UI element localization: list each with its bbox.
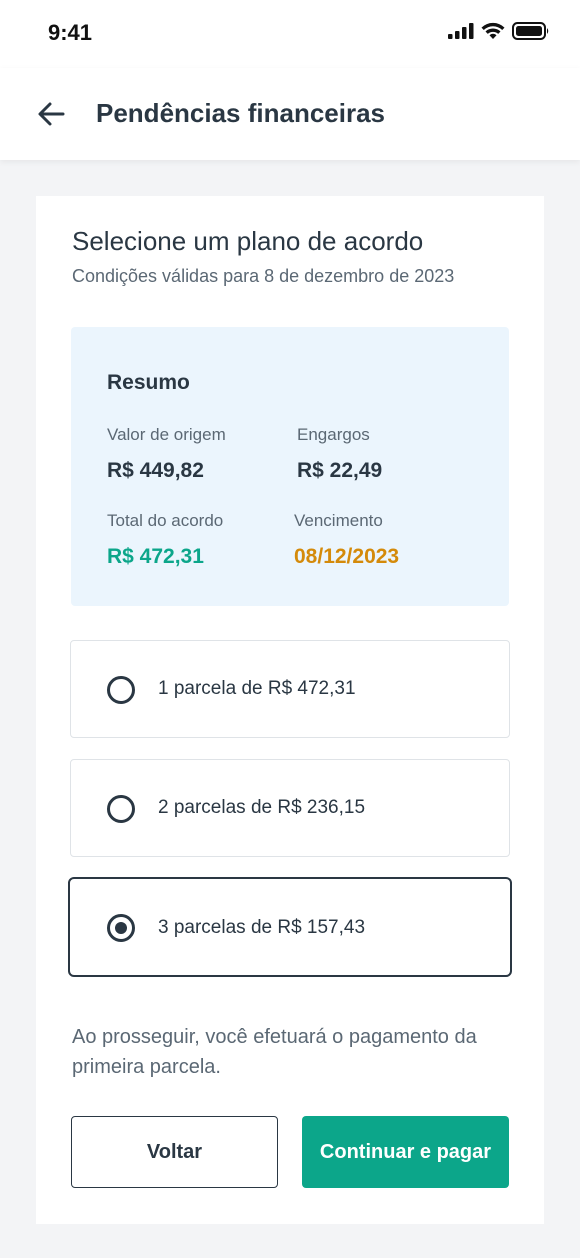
radio-button-unchecked[interactable] (107, 676, 135, 704)
continue-pay-button[interactable]: Continuar e pagar (302, 1116, 509, 1188)
summary-panel: Resumo Valor de origem R$ 449,82 Engargo… (71, 327, 509, 606)
plan-option-1[interactable]: 1 parcela de R$ 472,31 (70, 640, 510, 738)
back-action-button[interactable]: Voltar (71, 1116, 278, 1188)
radio-button-unchecked[interactable] (107, 795, 135, 823)
plan-option-label: 2 parcelas de R$ 236,15 (158, 797, 366, 818)
radio-dot (115, 922, 127, 934)
status-icons (448, 22, 550, 40)
back-button[interactable] (34, 96, 70, 132)
valor-origem-value: R$ 449,82 (107, 459, 204, 482)
radio-button-checked[interactable] (107, 914, 135, 942)
card-subtitle: Condições válidas para 8 de dezembro de … (72, 266, 455, 286)
app-header: Pendências financeiras (0, 68, 580, 160)
encargos-label: Engargos (297, 425, 370, 444)
plan-option-3[interactable]: 3 parcelas de R$ 157,43 (68, 877, 512, 977)
arrow-left-icon (38, 102, 65, 126)
status-bar: 9:41 (0, 0, 580, 68)
valor-origem-label: Valor de origem (107, 425, 226, 444)
cellular-signal-icon (448, 23, 474, 39)
total-value: R$ 472,31 (107, 545, 204, 568)
payment-notice: Ao prosseguir, você efetuará o pagamento… (72, 1026, 477, 1078)
agreement-card: Selecione um plano de acordo Condições v… (36, 196, 544, 1224)
vencimento-value: 08/12/2023 (294, 545, 400, 568)
summary-title: Resumo (107, 371, 190, 394)
status-time: 9:41 (48, 20, 93, 45)
battery-icon (512, 22, 549, 40)
encargos-value: R$ 22,49 (297, 459, 383, 482)
page-title: Pendências financeiras (96, 98, 386, 128)
card-title: Selecione um plano de acordo (72, 226, 424, 256)
vencimento-label: Vencimento (294, 511, 383, 530)
plan-option-label: 3 parcelas de R$ 157,43 (158, 917, 366, 938)
wifi-icon (481, 22, 505, 39)
plan-option-2[interactable]: 2 parcelas de R$ 236,15 (70, 759, 510, 857)
total-label: Total do acordo (107, 511, 224, 530)
plan-option-label: 1 parcela de R$ 472,31 (158, 678, 356, 699)
